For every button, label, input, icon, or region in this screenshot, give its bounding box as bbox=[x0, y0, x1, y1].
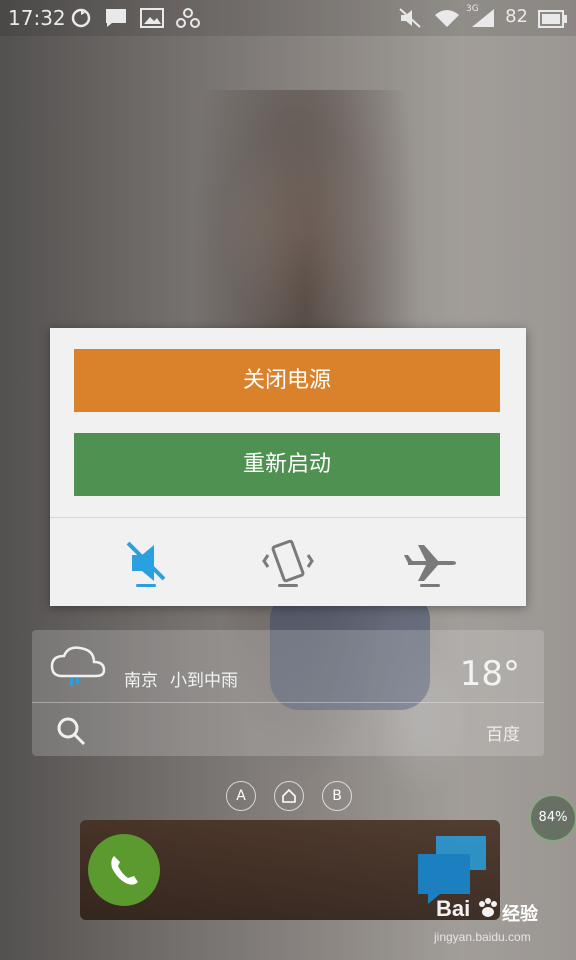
sync-icon bbox=[70, 7, 92, 34]
weather-temperature: 18° bbox=[459, 654, 520, 694]
power-options-dialog: 关闭电源 重新启动 bbox=[50, 328, 526, 606]
dialog-divider bbox=[50, 517, 526, 518]
power-off-button[interactable]: 关闭电源 bbox=[74, 349, 500, 412]
wifi-icon bbox=[434, 7, 460, 34]
mute-icon bbox=[398, 7, 422, 34]
page-dot-b[interactable]: B bbox=[322, 781, 352, 811]
weather-widget[interactable]: 南京 小到中雨 18° 百度 bbox=[32, 630, 544, 756]
weather-condition: 小到中雨 bbox=[170, 671, 238, 691]
message-icon bbox=[104, 7, 128, 34]
page-dot-home[interactable] bbox=[274, 781, 304, 811]
status-bar: 17:32 3G 82 bbox=[0, 0, 576, 36]
silent-mode-indicator bbox=[136, 584, 156, 587]
network-icon bbox=[176, 7, 200, 34]
baidu-jingyan-watermark: Bai 经验 jingyan.baidu.com bbox=[432, 892, 574, 954]
battery-percentage: 82 bbox=[505, 6, 528, 27]
home-icon bbox=[282, 788, 296, 803]
image-icon bbox=[140, 7, 164, 34]
watermark-logo: Bai bbox=[436, 896, 471, 921]
phone-icon bbox=[111, 856, 138, 885]
vibrate-mode-indicator bbox=[278, 584, 298, 587]
search-icon[interactable] bbox=[56, 716, 86, 750]
airplane-mode-indicator bbox=[420, 584, 440, 587]
search-provider-label[interactable]: 百度 bbox=[486, 720, 520, 745]
restart-button[interactable]: 重新启动 bbox=[74, 433, 500, 496]
watermark-url: jingyan.baidu.com bbox=[434, 930, 531, 944]
paw-icon bbox=[476, 896, 500, 925]
signal-icon bbox=[470, 7, 496, 34]
cloud-rain-icon bbox=[48, 644, 108, 692]
weather-divider bbox=[32, 702, 544, 703]
battery-icon bbox=[538, 9, 568, 33]
status-time: 17:32 bbox=[8, 6, 66, 30]
weather-city: 南京 bbox=[124, 671, 158, 691]
page-dot-a[interactable]: A bbox=[226, 781, 256, 811]
memory-cleaner-bubble[interactable]: 84% bbox=[530, 795, 576, 841]
watermark-text: 经验 bbox=[502, 904, 538, 924]
phone-button[interactable] bbox=[88, 834, 160, 906]
